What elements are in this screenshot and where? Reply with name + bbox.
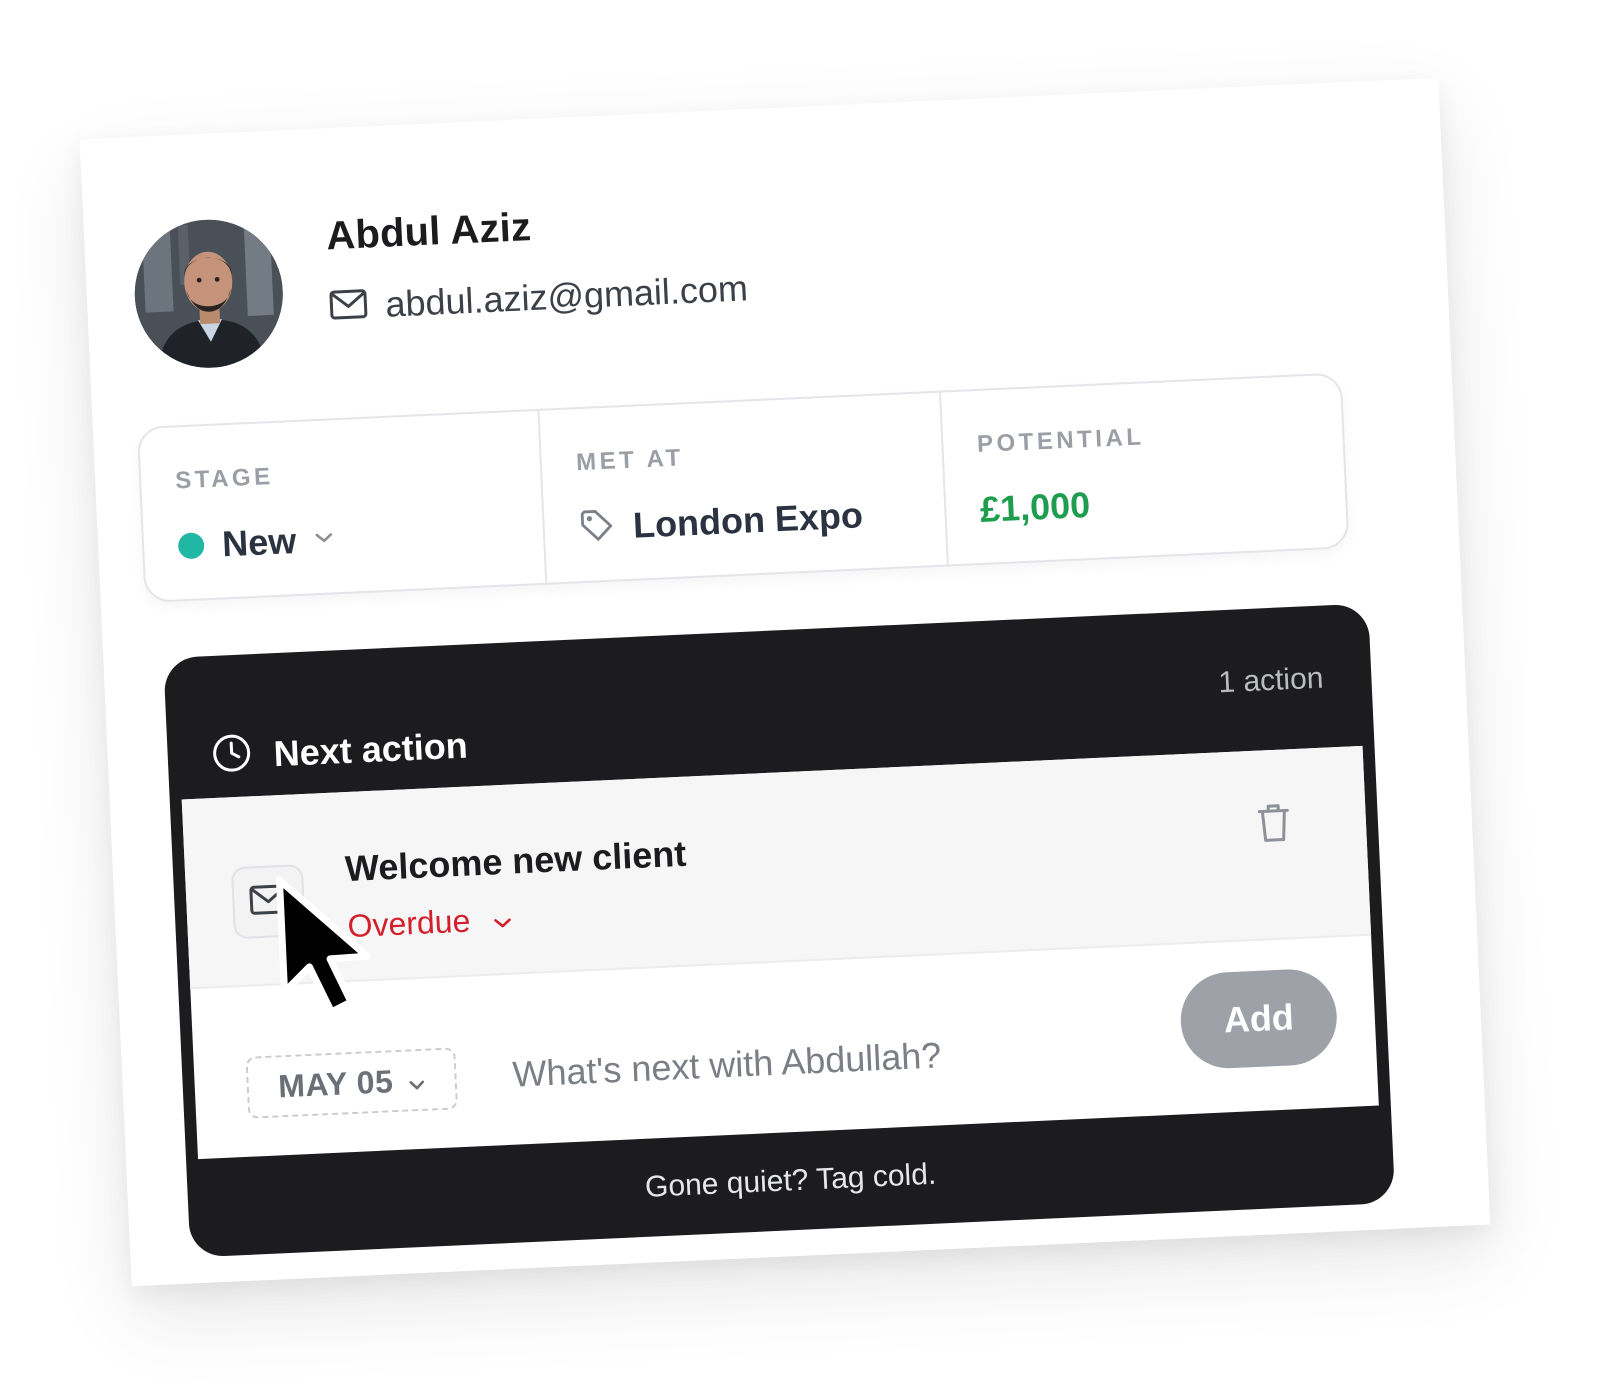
panel-title-row: Next action: [211, 722, 469, 779]
contact-card: Abdul Aziz abdul.aziz@gmail.com STAGE Ne…: [79, 77, 1491, 1287]
scene: Abdul Aziz abdul.aziz@gmail.com STAGE Ne…: [0, 0, 1600, 1399]
date-picker[interactable]: MAY 05: [245, 1047, 459, 1119]
met-at-row: London Expo: [578, 490, 911, 551]
stage-label: STAGE: [174, 463, 275, 495]
next-action-input[interactable]: [509, 1012, 1172, 1107]
met-at-field[interactable]: MET AT London Expo: [539, 392, 949, 583]
add-button[interactable]: Add: [1178, 967, 1339, 1071]
panel-title: Next action: [272, 723, 469, 774]
stage-status-dot: [177, 532, 205, 560]
action-count: 1 action: [1217, 661, 1325, 700]
mouse-cursor-icon: [273, 871, 390, 1031]
stage-field[interactable]: STAGE New: [138, 410, 548, 601]
stage-dropdown[interactable]: New: [177, 508, 510, 569]
potential-row: £1,000: [979, 472, 1312, 533]
task-title[interactable]: Welcome new client: [344, 833, 687, 890]
chevron-down-icon: [491, 901, 513, 939]
mail-icon: [329, 288, 369, 325]
date-value: MAY 05: [277, 1062, 395, 1104]
avatar: [131, 216, 287, 372]
potential-label: POTENTIAL: [976, 423, 1146, 459]
stats-box: STAGE New MET AT London Expo POTENTIAL £…: [136, 372, 1350, 603]
chevron-down-icon: [314, 530, 335, 550]
potential-value: £1,000: [979, 484, 1091, 530]
stage-value: New: [221, 520, 298, 565]
chevron-down-icon: [406, 1061, 426, 1099]
met-at-label: MET AT: [575, 444, 685, 477]
delete-button[interactable]: [1255, 801, 1293, 850]
tag-icon: [578, 506, 616, 549]
contact-name: Abdul Aziz: [325, 205, 533, 259]
clock-icon: [211, 732, 253, 779]
panel-header: Next action 1 action: [163, 603, 1373, 778]
trash-icon: [1256, 804, 1293, 849]
contact-email[interactable]: abdul.aziz@gmail.com: [385, 267, 749, 325]
met-at-value: London Expo: [632, 494, 864, 546]
potential-field[interactable]: POTENTIAL £1,000: [941, 375, 1348, 565]
email-row: abdul.aziz@gmail.com: [329, 267, 749, 328]
